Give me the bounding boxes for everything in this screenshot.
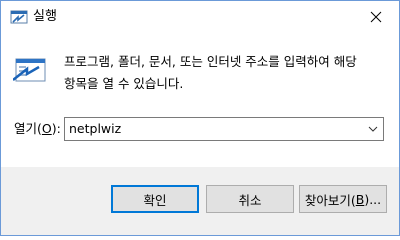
open-mnemonic: O — [41, 121, 52, 136]
browse-button[interactable]: 찾아보기(B)... — [299, 185, 387, 213]
title-bar[interactable]: 실행 — [1, 1, 399, 33]
ok-button[interactable]: 확인 — [111, 185, 199, 213]
window-title: 실행 — [33, 9, 57, 24]
open-input[interactable] — [69, 120, 359, 138]
chevron-down-icon[interactable] — [367, 123, 379, 135]
close-button[interactable] — [353, 1, 399, 32]
open-combobox[interactable] — [64, 117, 384, 141]
run-app-icon — [10, 10, 28, 24]
open-label: 열기(O): — [14, 121, 61, 136]
browse-mnemonic: B — [355, 191, 365, 207]
run-large-icon — [13, 58, 46, 82]
cancel-button[interactable]: 취소 — [206, 185, 294, 213]
run-dialog: 실행 프로그램, 폴더, 문서, 또는 인터넷 주소를 입력하여 해당 항목을 … — [0, 0, 400, 236]
dialog-description: 프로그램, 폴더, 문서, 또는 인터넷 주소를 입력하여 해당 항목을 열 수… — [64, 54, 357, 91]
close-icon — [370, 11, 382, 22]
